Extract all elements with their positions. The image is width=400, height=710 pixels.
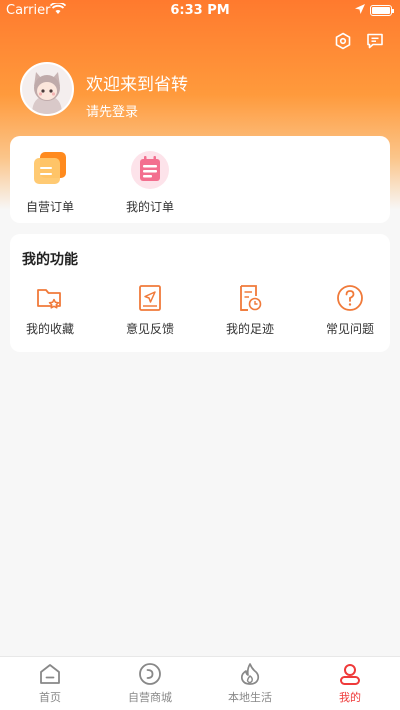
status-bar: Carrier 6:33 PM xyxy=(0,0,400,22)
footprint-icon xyxy=(234,282,266,314)
features-card: 我的功能 我的收藏 意见反馈 我的足迹 常见问题 xyxy=(10,234,390,352)
faq-label: 常见问题 xyxy=(325,322,374,336)
location-arrow-icon xyxy=(354,3,366,19)
profile-icon xyxy=(337,661,363,687)
tab-local-life[interactable]: 本地生活 xyxy=(200,661,300,705)
self-order-button[interactable]: 自营订单 xyxy=(10,150,90,215)
status-time: 6:33 PM xyxy=(170,3,230,18)
self-order-icon xyxy=(30,150,70,190)
favorites-icon xyxy=(34,282,66,314)
welcome-text: 欢迎来到省转 xyxy=(86,75,188,95)
faq-button[interactable]: 常见问题 xyxy=(310,282,390,337)
tab-home-label: 首页 xyxy=(39,691,61,704)
footprint-label: 我的足迹 xyxy=(225,322,274,336)
bottom-tab-bar: 首页 自营商城 本地生活 我的 xyxy=(0,656,400,710)
tab-profile-label: 我的 xyxy=(339,691,361,704)
orders-card: 自营订单 我的订单 xyxy=(10,136,390,223)
tab-mall-label: 自营商城 xyxy=(128,691,172,704)
features-title: 我的功能 xyxy=(22,252,78,268)
fire-icon xyxy=(237,661,263,687)
tab-local-life-label: 本地生活 xyxy=(228,691,272,704)
settings-icon[interactable] xyxy=(332,30,354,52)
my-order-icon xyxy=(130,150,170,190)
favorites-button[interactable]: 我的收藏 xyxy=(10,282,90,337)
feedback-icon xyxy=(134,282,166,314)
footprint-button[interactable]: 我的足迹 xyxy=(210,282,290,337)
my-order-label: 我的订单 xyxy=(125,200,174,214)
tab-mall[interactable]: 自营商城 xyxy=(100,661,200,705)
avatar[interactable] xyxy=(20,62,74,116)
favorites-label: 我的收藏 xyxy=(25,322,74,336)
message-icon[interactable] xyxy=(364,30,386,52)
tab-profile[interactable]: 我的 xyxy=(300,661,400,705)
faq-icon xyxy=(334,282,366,314)
my-order-button[interactable]: 我的订单 xyxy=(110,150,190,215)
battery-icon xyxy=(370,5,394,16)
header-actions xyxy=(332,30,386,52)
home-icon xyxy=(37,661,63,687)
feedback-label: 意见反馈 xyxy=(125,322,174,336)
self-order-label: 自营订单 xyxy=(25,200,74,214)
mall-icon xyxy=(137,661,163,687)
tab-home[interactable]: 首页 xyxy=(0,661,100,705)
feedback-button[interactable]: 意见反馈 xyxy=(110,282,190,337)
login-prompt-link[interactable]: 请先登录 xyxy=(86,101,138,120)
